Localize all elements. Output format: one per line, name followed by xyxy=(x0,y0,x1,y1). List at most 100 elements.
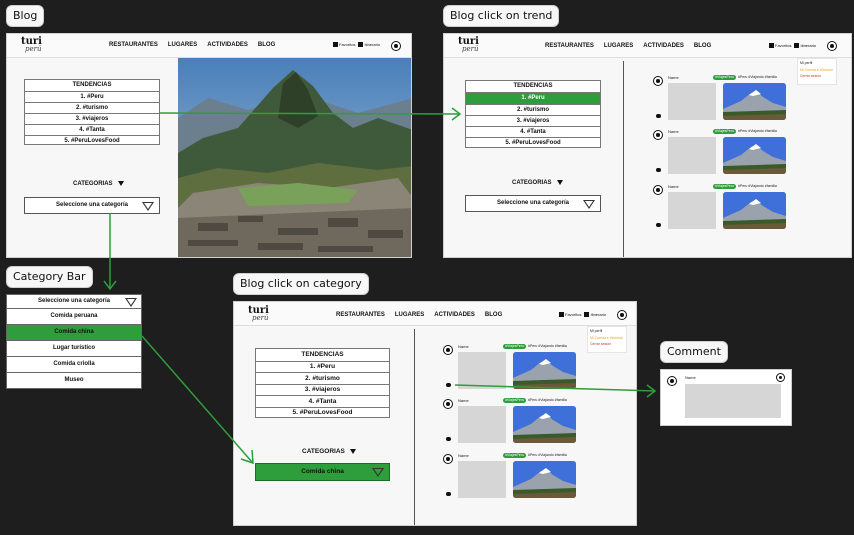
nav-restaurantes[interactable]: RESTAURANTES xyxy=(109,42,158,48)
post-image[interactable] xyxy=(723,192,786,229)
filter-icon[interactable] xyxy=(349,448,356,454)
comment-icon[interactable] xyxy=(446,383,451,387)
post-tags: #Peru #Viajando #familia xyxy=(528,453,567,457)
nav-restaurantes[interactable]: RESTAURANTES xyxy=(545,43,594,49)
category-option[interactable]: Museo xyxy=(6,373,142,389)
category-option[interactable]: Comida criolla xyxy=(6,357,142,373)
trend-item[interactable]: 2. #turismo xyxy=(466,104,600,115)
post-badge[interactable]: #ViajesPeru xyxy=(713,184,736,189)
nav-blog[interactable]: BLOG xyxy=(258,42,275,48)
filter-icon[interactable] xyxy=(117,181,124,186)
chevron-down-icon xyxy=(142,201,154,211)
menu-logout[interactable]: Cerrar sesión xyxy=(800,73,834,80)
category-select[interactable]: Seleccione una categoría xyxy=(6,294,142,309)
filter-icon[interactable] xyxy=(556,180,563,185)
menu-my-profile[interactable]: Mi perfil xyxy=(800,60,834,67)
trend-item[interactable]: 3. #viajeros xyxy=(466,115,600,126)
category-select[interactable]: Seleccione una categoría xyxy=(24,197,160,214)
comment-textarea[interactable] xyxy=(685,384,781,418)
post-badge[interactable]: #ViajesPeru xyxy=(503,453,526,458)
comment-icon[interactable] xyxy=(656,168,661,172)
trend-item[interactable]: 1. #Peru xyxy=(256,361,389,372)
nav-actividades[interactable]: ACTIVIDADES xyxy=(207,42,248,48)
post-badge[interactable]: #ViajesPeru xyxy=(713,75,736,80)
trend-item[interactable]: 5. #PeruLovesFood xyxy=(25,135,159,146)
itinerary-link[interactable]: Itinerario xyxy=(584,312,606,318)
nav-actividades[interactable]: ACTIVIDADES xyxy=(434,312,475,318)
trends-table: TENDENCIAS 1. #Peru 2. #turismo 3. #viaj… xyxy=(24,79,160,145)
post-badge[interactable]: #ViajesPeru xyxy=(503,344,526,349)
categories-title: CATEGORIAS xyxy=(73,181,124,187)
trend-item[interactable]: 4. #Tanta xyxy=(256,395,389,407)
nav-blog[interactable]: BLOG xyxy=(694,43,711,49)
category-select[interactable]: Seleccione una categoría xyxy=(465,195,601,212)
trend-item[interactable]: 4. #Tanta xyxy=(25,124,159,135)
post-image[interactable] xyxy=(513,352,576,389)
itinerary-label: Itinerario xyxy=(364,42,381,47)
comment-icon[interactable] xyxy=(446,437,451,441)
comment-name: Name xyxy=(685,375,696,380)
label-blog-click-on-category: Blog click on category xyxy=(233,273,369,295)
trend-item[interactable]: 2. #turismo xyxy=(256,372,389,384)
menu-my-account[interactable]: Mi Cuenta e Historial xyxy=(800,67,834,74)
trend-item[interactable]: 1. #Peru xyxy=(25,91,159,102)
user-avatar[interactable] xyxy=(391,41,401,51)
close-icon[interactable] xyxy=(776,373,785,382)
label-comment: Comment xyxy=(660,341,728,363)
nav-restaurantes[interactable]: RESTAURANTES xyxy=(336,312,385,318)
post-text-placeholder xyxy=(668,192,716,229)
post-image[interactable] xyxy=(723,137,786,174)
categories-title: CATEGORIAS xyxy=(512,180,563,186)
post-avatar xyxy=(653,185,663,195)
post-badge[interactable]: #ViajesPeru xyxy=(503,398,526,403)
trend-item[interactable]: 3. #viajeros xyxy=(256,384,389,395)
user-avatar[interactable] xyxy=(827,41,837,51)
trend-item[interactable]: 5. #PeruLovesFood xyxy=(466,137,600,148)
comment-icon[interactable] xyxy=(656,223,661,227)
favorites-label: Favoritos xyxy=(339,42,356,47)
menu-my-account[interactable]: Mi Cuenta e Historial xyxy=(590,335,624,342)
category-option[interactable]: Lugar turístico xyxy=(6,341,142,357)
post-tags: #Peru #Viajando #familia xyxy=(528,344,567,348)
category-select-value: Seleccione una categoría xyxy=(37,298,111,304)
logo[interactable]: turi perú xyxy=(248,306,269,322)
frame-blog-category: turi perú RESTAURANTES LUGARES ACTIVIDAD… xyxy=(233,301,637,526)
logo[interactable]: turi perú xyxy=(458,37,479,53)
post-badge[interactable]: #ViajesPeru xyxy=(713,129,736,134)
post-image[interactable] xyxy=(513,461,576,498)
favorites-link[interactable]: Favoritos xyxy=(559,312,582,318)
category-select-selected[interactable]: Comida china xyxy=(255,463,390,481)
post-image[interactable] xyxy=(723,83,786,120)
trend-item[interactable]: 2. #turismo xyxy=(25,102,159,113)
itinerary-link[interactable]: Itinerario xyxy=(358,42,381,48)
bookmark-icon xyxy=(333,42,338,48)
itinerary-label: Itinerario xyxy=(800,43,817,48)
trend-item[interactable]: 4. #Tanta xyxy=(466,126,600,137)
nav-right: Favoritos Itinerario xyxy=(769,43,817,49)
favorites-label: Favoritos xyxy=(775,43,792,48)
category-option-selected[interactable]: Comida china xyxy=(6,325,142,341)
logo[interactable]: turi perú xyxy=(21,37,42,53)
comment-icon[interactable] xyxy=(446,492,451,496)
menu-logout[interactable]: Cerrar sesión xyxy=(590,341,624,348)
trend-item[interactable]: 5. #PeruLovesFood xyxy=(256,407,389,418)
nav-lugares[interactable]: LUGARES xyxy=(168,42,197,48)
menu-my-profile[interactable]: Mi perfil xyxy=(590,328,624,335)
label-blog-click-on-trend: Blog click on trend xyxy=(443,5,560,27)
favorites-link[interactable]: Favoritos xyxy=(769,43,792,49)
trend-item-active[interactable]: 1. #Peru xyxy=(466,92,600,104)
nav-lugares[interactable]: LUGARES xyxy=(395,312,424,318)
category-select-value: Comida china xyxy=(301,468,344,475)
user-avatar[interactable] xyxy=(617,310,627,320)
nav-lugares[interactable]: LUGARES xyxy=(604,43,633,49)
nav-actividades[interactable]: ACTIVIDADES xyxy=(643,43,684,49)
nav-blog[interactable]: BLOG xyxy=(485,312,502,318)
comment-icon[interactable] xyxy=(656,114,661,118)
post-image[interactable] xyxy=(513,406,576,443)
itinerary-link[interactable]: Itinerario xyxy=(794,43,817,49)
trend-item[interactable]: 3. #viajeros xyxy=(25,113,159,124)
favorites-link[interactable]: Favoritos xyxy=(333,42,356,48)
favorites-label: Favoritos xyxy=(565,312,582,317)
category-option[interactable]: Comida peruana xyxy=(6,309,142,325)
trends-title: TENDENCIAS xyxy=(301,351,344,358)
